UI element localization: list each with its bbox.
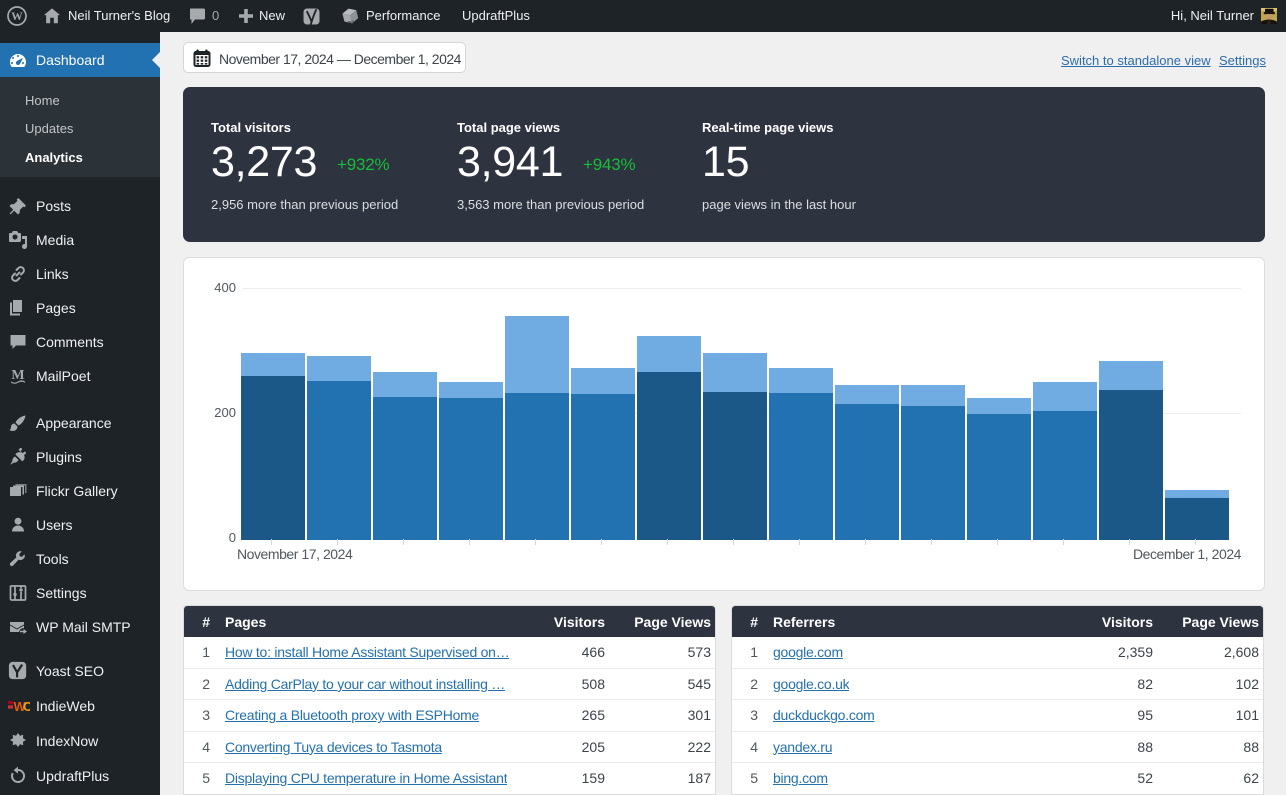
- svg-text:W: W: [11, 11, 23, 23]
- svg-text:C: C: [23, 700, 30, 713]
